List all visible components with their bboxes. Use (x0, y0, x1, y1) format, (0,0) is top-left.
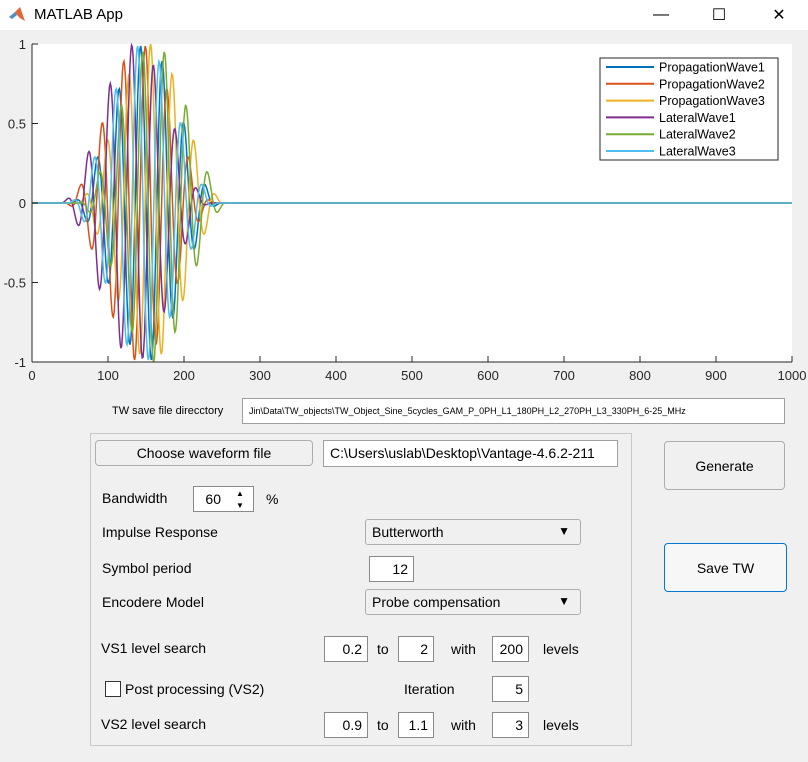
title-bar: MATLAB App — ☐ ✕ (0, 0, 808, 30)
minimize-button[interactable]: — (638, 0, 684, 30)
maximize-icon: ☐ (711, 7, 727, 24)
generate-button[interactable]: Generate (664, 441, 785, 490)
maximize-button[interactable]: ☐ (696, 0, 742, 30)
dropdown-arrow-icon: ▼ (558, 524, 570, 538)
x-tick-label: 900 (705, 368, 727, 383)
symbol-period-field[interactable]: 12 (369, 556, 414, 582)
x-tick-label: 100 (97, 368, 119, 383)
bandwidth-unit: % (266, 491, 279, 507)
bandwidth-spinner[interactable]: 60 ▲ ▼ (193, 486, 254, 512)
x-tick-label: 0 (28, 368, 35, 383)
y-tick-label: 0.5 (8, 117, 26, 132)
waveform-file-path-field[interactable]: C:\Users\uslab\Desktop\Vantage-4.6.2-211 (323, 440, 618, 467)
dropdown-arrow-icon: ▼ (558, 594, 570, 608)
legend-entry: PropagationWave3 (659, 94, 765, 108)
bandwidth-label: Bandwidth (102, 490, 168, 506)
y-tick-label: -1 (14, 355, 26, 370)
x-tick-label: 1000 (778, 368, 807, 383)
legend-entry: LateralWave1 (659, 111, 736, 125)
vs1-to-field[interactable]: 2 (398, 636, 434, 662)
post-processing-label: Post processing (VS2) (125, 681, 265, 697)
bandwidth-value: 60 (205, 491, 221, 507)
save-dir-label: TW save file direcctory (112, 405, 224, 417)
x-tick-label: 300 (249, 368, 271, 383)
vs1-with-label: with (451, 641, 476, 657)
x-tick-label: 800 (629, 368, 651, 383)
legend-entry: LateralWave3 (659, 145, 736, 159)
plot-canvas: 0 100 200 300 400 500 600 700 800 900 1000 1 0.5 0 -0.… (4, 37, 807, 383)
post-processing-checkbox[interactable] (105, 681, 121, 697)
vs2-to-label: to (377, 717, 389, 733)
vs2-with-label: with (451, 717, 476, 733)
spinner-up-icon[interactable]: ▲ (227, 487, 253, 499)
close-icon: ✕ (772, 7, 786, 24)
matlab-logo-icon (9, 7, 25, 21)
encoder-model-value: Probe compensation (372, 594, 501, 610)
vs2-label: VS2 level search (101, 716, 207, 732)
encoder-model-label: Encodere Model (102, 594, 204, 610)
vs1-to-label: to (377, 641, 389, 657)
iteration-field[interactable]: 5 (492, 676, 529, 702)
minimize-icon: — (653, 6, 669, 23)
choose-waveform-button[interactable]: Choose waveform file (95, 440, 313, 466)
save-dir-field[interactable]: Jin\Data\TW_objects\TW_Object_Sine_5cycl… (242, 398, 785, 424)
vs2-levels-label: levels (543, 717, 579, 733)
vs2-levels-field[interactable]: 3 (492, 712, 529, 738)
y-tick-label: -0.5 (4, 276, 26, 291)
legend-entry: PropagationWave1 (659, 61, 765, 75)
y-tick-label: 0 (19, 196, 26, 211)
vs2-to-field[interactable]: 1.1 (398, 712, 434, 738)
impulse-response-value: Butterworth (372, 524, 444, 540)
x-tick-label: 200 (173, 368, 195, 383)
symbol-period-label: Symbol period (102, 560, 192, 576)
vs1-levels-field[interactable]: 200 (492, 636, 529, 662)
x-tick-label: 600 (477, 368, 499, 383)
vs2-from-field[interactable]: 0.9 (324, 712, 368, 738)
legend-entry: PropagationWave2 (659, 77, 765, 91)
x-tick-label: 500 (401, 368, 423, 383)
waveform-plot: 0 100 200 300 400 500 600 700 800 900 1000 1 0.5 0 -0.… (0, 30, 808, 390)
impulse-response-label: Impulse Response (102, 524, 218, 540)
window-title: MATLAB App (34, 6, 123, 23)
y-tick-label: 1 (19, 37, 26, 52)
spinner-down-icon[interactable]: ▼ (227, 499, 253, 511)
close-button[interactable]: ✕ (756, 0, 802, 30)
x-tick-label: 400 (325, 368, 347, 383)
encoder-model-dropdown[interactable]: Probe compensation ▼ (365, 589, 581, 615)
vs1-from-field[interactable]: 0.2 (324, 636, 368, 662)
iteration-label: Iteration (404, 681, 455, 697)
legend-entry: LateralWave2 (659, 128, 736, 142)
vs1-levels-label: levels (543, 641, 579, 657)
save-tw-button[interactable]: Save TW (664, 543, 787, 592)
x-tick-label: 700 (553, 368, 575, 383)
vs1-label: VS1 level search (101, 640, 207, 656)
impulse-response-dropdown[interactable]: Butterworth ▼ (365, 519, 581, 545)
